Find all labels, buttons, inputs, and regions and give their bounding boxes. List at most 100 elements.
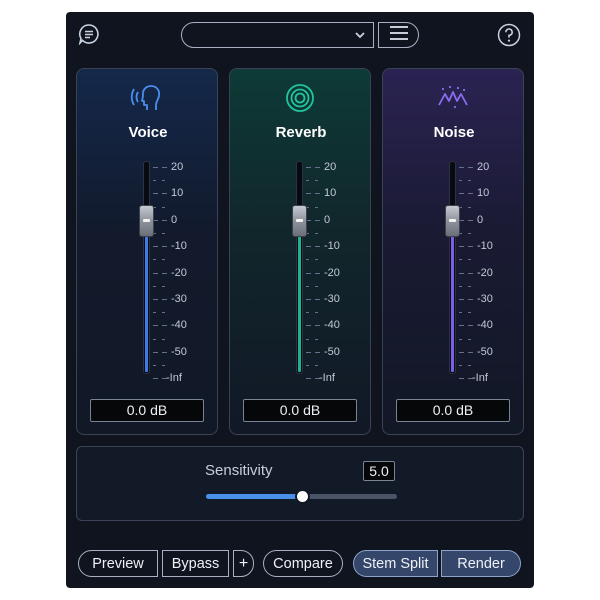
- reverb-title: Reverb: [275, 124, 327, 141]
- sensitivity-slider[interactable]: [206, 489, 397, 504]
- fader-handle[interactable]: [139, 204, 154, 237]
- voice-head-icon: [130, 83, 164, 113]
- scale-label: -20: [324, 266, 340, 279]
- scale-tick: [459, 259, 462, 261]
- scale-tick: [162, 233, 165, 234]
- scale-tick: [459, 193, 464, 195]
- scale-tick: [306, 246, 311, 248]
- scale-tick: [306, 167, 311, 168]
- noise-channel-panel: Noise 0.0 dB 20 10 0 -10 -20 -30 -40 -50 -Inf: [382, 68, 524, 435]
- scale-tick: [468, 259, 471, 261]
- scale-tick: [162, 272, 167, 274]
- scale-tick: [162, 193, 167, 195]
- scale-tick: [306, 365, 309, 366]
- scale-tick: [153, 180, 156, 182]
- fader-track[interactable]: [449, 161, 456, 374]
- sensitivity-slider-fill: [206, 494, 302, 499]
- noise-wave-icon: [436, 83, 470, 113]
- scale-label: -40: [171, 319, 187, 332]
- fader-handle[interactable]: [445, 204, 460, 237]
- noise-title: Noise: [433, 124, 475, 141]
- scale-tick: [153, 193, 158, 195]
- scale-tick: [468, 246, 473, 248]
- fader-track[interactable]: [296, 161, 303, 374]
- scale-label: -40: [324, 319, 340, 332]
- add-button[interactable]: +: [233, 550, 254, 577]
- hamburger-menu-icon: [389, 25, 409, 46]
- scale-label: -Inf: [166, 372, 182, 385]
- scale-tick: [162, 246, 167, 248]
- scale-tick: [315, 206, 318, 208]
- scale-tick: [315, 285, 318, 287]
- scale-tick: [162, 259, 165, 261]
- reverb-db-field[interactable]: 0.0 dB: [243, 399, 357, 422]
- preset-dropdown[interactable]: [181, 22, 374, 48]
- fader-level-fill: [145, 220, 148, 372]
- scale-tick: [315, 233, 318, 234]
- scale-tick: [468, 167, 473, 168]
- voice-title: Voice: [128, 124, 168, 141]
- scale-tick: [153, 259, 156, 261]
- scale-tick: [162, 219, 167, 221]
- scale-tick: [306, 351, 311, 353]
- scale-tick: [315, 325, 320, 327]
- sensitivity-value-field[interactable]: 5.0: [363, 461, 395, 481]
- scale-tick: [315, 193, 320, 195]
- question-mark-icon[interactable]: [497, 23, 521, 47]
- fader-handle[interactable]: [292, 204, 307, 237]
- scale-label: -10: [171, 240, 187, 253]
- scale-tick: [306, 193, 311, 195]
- scale-tick: [153, 272, 158, 274]
- bypass-button[interactable]: Bypass: [162, 550, 229, 577]
- noise-db-field[interactable]: 0.0 dB: [396, 399, 510, 422]
- scale-tick: [162, 206, 165, 208]
- preset-menu-button[interactable]: [378, 22, 419, 48]
- scale-tick: [162, 351, 167, 353]
- scale-tick: [315, 365, 318, 366]
- fader-level-fill: [298, 220, 301, 372]
- scale-tick: [153, 378, 158, 380]
- scale-label: -50: [324, 345, 340, 358]
- scale-label: 20: [324, 161, 337, 173]
- scale-tick: [468, 272, 473, 274]
- scale-tick: [162, 325, 167, 327]
- scale-tick: [315, 272, 320, 274]
- compare-button[interactable]: Compare: [263, 550, 343, 577]
- preview-button[interactable]: Preview: [78, 550, 158, 577]
- voice-channel-panel: Voice 0.0 dB 20 10 0 -10 -20 -30 -40 -50 -Inf: [76, 68, 218, 435]
- scale-tick: [306, 378, 311, 380]
- reverb-rings-icon: [283, 83, 317, 113]
- scale-label: 10: [477, 187, 490, 200]
- scale-tick: [459, 351, 464, 353]
- fader-track[interactable]: [143, 161, 150, 374]
- reverb-channel-panel: Reverb 0.0 dB 20 10 0 -10 -20 -30 -40 -50 -Inf: [229, 68, 371, 435]
- scale-tick: [468, 180, 471, 182]
- scale-tick: [306, 272, 311, 274]
- scale-tick: [153, 325, 158, 327]
- scale-label: 10: [171, 187, 184, 200]
- scale-tick: [468, 325, 473, 327]
- scale-tick: [315, 246, 320, 248]
- scale-tick: [153, 167, 158, 168]
- stem-split-button[interactable]: Stem Split: [353, 550, 438, 577]
- scale-tick: [306, 180, 309, 182]
- chat-bubble-icon[interactable]: [78, 23, 100, 45]
- scale-tick: [315, 219, 320, 221]
- sensitivity-slider-knob[interactable]: [294, 489, 310, 504]
- scale-tick: [459, 246, 464, 248]
- scale-tick: [315, 259, 318, 261]
- scale-tick: [162, 365, 165, 366]
- scale-label: 20: [171, 161, 184, 173]
- scale-label: 0: [324, 213, 331, 226]
- plugin-window: Voice 0.0 dB 20 10 0 -10 -20 -30 -40 -50 -Inf Re…: [66, 12, 534, 588]
- render-button[interactable]: Render: [441, 550, 521, 577]
- scale-tick: [306, 285, 309, 287]
- scale-label: -20: [477, 266, 493, 279]
- scale-label: -50: [171, 345, 187, 358]
- scale-label: -40: [477, 319, 493, 332]
- scale-tick: [459, 378, 464, 380]
- scale-tick: [459, 180, 462, 182]
- voice-db-field[interactable]: 0.0 dB: [90, 399, 204, 422]
- scale-label: 20: [477, 161, 490, 173]
- sensitivity-label: Sensitivity: [205, 462, 273, 479]
